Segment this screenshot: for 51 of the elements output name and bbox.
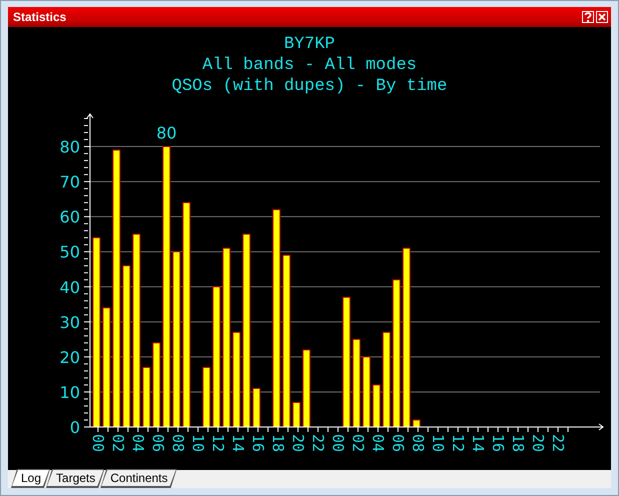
y-tick-label: 20	[60, 348, 80, 367]
x-tick-label: 02	[349, 434, 367, 452]
x-tick-label: 20	[529, 434, 547, 452]
help-icon	[584, 12, 592, 22]
y-tick-label: 80	[60, 138, 80, 157]
x-tick-label: 18	[509, 434, 527, 452]
x-tick-label: 04	[129, 434, 147, 452]
x-tick-label: 06	[389, 434, 407, 452]
chart-heading: BY7KP	[284, 34, 335, 55]
bar	[362, 356, 370, 428]
y-tick-label: 10	[60, 382, 80, 402]
y-tick-label: 40	[60, 278, 80, 297]
x-tick-label: 00	[89, 434, 107, 452]
bar	[202, 366, 210, 428]
close-button[interactable]	[596, 11, 608, 23]
x-tick-label: 20	[289, 434, 307, 452]
x-tick-label: 12	[209, 434, 227, 452]
bar	[292, 402, 300, 428]
x-tick-label: 10	[189, 434, 207, 452]
help-button[interactable]	[582, 11, 594, 23]
bar	[372, 384, 380, 428]
x-tick-label: 22	[309, 434, 327, 452]
y-tick-label: 30	[60, 312, 80, 332]
close-icon	[598, 13, 606, 21]
y-tick-label: 50	[60, 242, 80, 262]
x-tick-label: 18	[269, 434, 287, 452]
x-tick-label: 08	[409, 434, 427, 452]
x-tick-label: 16	[489, 434, 507, 452]
x-tick-label: 14	[469, 434, 487, 452]
bar	[252, 388, 260, 428]
bar	[142, 366, 150, 428]
chart-heading: All bands - All modes	[202, 55, 417, 76]
x-tick-label: 14	[229, 434, 247, 452]
x-tick-label: 12	[449, 434, 467, 452]
x-tick-label: 08	[169, 434, 187, 452]
tab[interactable]: Targets	[47, 470, 104, 486]
x-tick-label: 22	[549, 434, 567, 452]
tab[interactable]: Continents	[101, 470, 176, 486]
chart-heading: QSOs (with dupes) - By time	[172, 76, 448, 97]
y-tick-label: 70	[60, 172, 80, 192]
x-tick-label: 02	[109, 434, 127, 452]
tab[interactable]: Log	[12, 470, 50, 486]
x-tick-label: 04	[369, 434, 387, 452]
peak-label: 80	[156, 124, 177, 143]
x-tick-label: 10	[429, 434, 447, 452]
window-title: Statistics	[13, 10, 68, 24]
y-tick-label: 60	[60, 208, 80, 227]
x-tick-label: 00	[329, 434, 347, 452]
x-tick-label: 16	[249, 434, 267, 452]
x-tick-label: 06	[149, 434, 167, 452]
y-tick-label: 0	[70, 418, 80, 437]
